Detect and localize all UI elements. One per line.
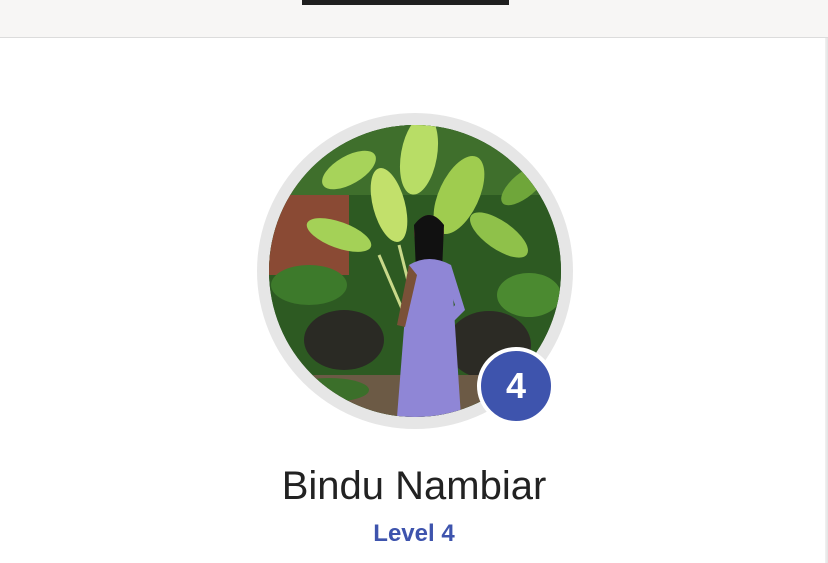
profile-avatar[interactable]: 4 <box>257 113 573 429</box>
user-name: Bindu Nambiar <box>281 464 547 508</box>
level-badge: 4 <box>477 347 555 425</box>
user-level-label: Level 4 <box>373 520 455 547</box>
active-tab-indicator <box>302 0 509 5</box>
top-bar <box>0 0 828 38</box>
